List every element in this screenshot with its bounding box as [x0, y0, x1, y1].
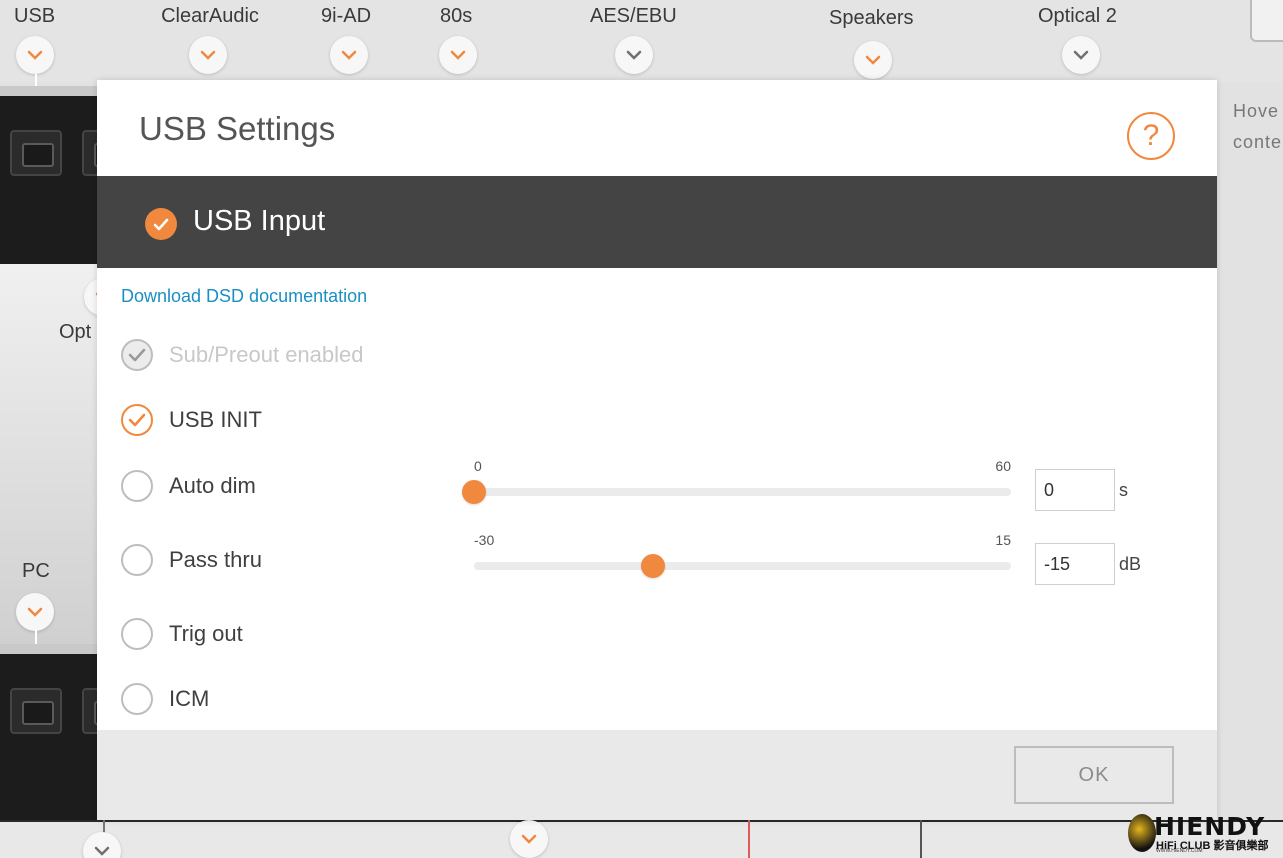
input-tab-label: ClearAudic — [161, 5, 259, 27]
device-icon — [1250, 0, 1283, 42]
input-label-pc: PC — [22, 560, 50, 582]
usb-port-icon — [10, 130, 62, 176]
help-button[interactable]: ? — [1127, 112, 1175, 160]
icm-checkbox[interactable] — [121, 683, 153, 715]
input-tab-aes-ebu[interactable]: AES/EBU — [590, 0, 677, 32]
divider — [748, 820, 750, 858]
divider — [920, 820, 922, 858]
slider-max-label: 60 — [995, 458, 1011, 474]
usb-init-checkbox[interactable] — [121, 404, 153, 436]
slider-min-label: -30 — [474, 532, 495, 548]
dialog-footer: OK — [97, 730, 1217, 820]
usb-settings-dialog: USB Settings ? USB Input Download DSD do… — [97, 80, 1217, 820]
auto-dim-unit: s — [1119, 480, 1128, 500]
check-icon — [153, 218, 169, 230]
slider-thumb[interactable] — [641, 554, 665, 578]
usb-input-toggle[interactable] — [145, 208, 177, 240]
input-label-partial: Opt — [59, 321, 92, 343]
option-label: Sub/Preout enabled — [169, 342, 364, 367]
pass-thru-slider[interactable]: -30 15 — [474, 532, 1011, 582]
input-tab-80s[interactable]: 80s — [440, 0, 472, 32]
device-image-pc — [0, 644, 134, 820]
pass-thru-unit: dB — [1119, 554, 1142, 574]
input-tab-9i-ad[interactable]: 9i-AD — [321, 0, 371, 32]
slider-track[interactable] — [474, 488, 1011, 496]
chevron-down-icon[interactable] — [330, 36, 368, 74]
dialog-title: USB Settings — [139, 110, 336, 147]
slider-min-label: 0 — [474, 458, 482, 474]
chevron-down-icon[interactable] — [854, 41, 892, 79]
input-tab-label: 9i-AD — [321, 5, 372, 27]
usb-port-icon — [10, 688, 62, 734]
option-label: Trig out — [169, 621, 243, 646]
input-tab-optical-2[interactable]: Optical 2 — [1038, 0, 1117, 32]
option-pass-thru[interactable]: Pass thru — [121, 543, 262, 577]
input-tab-label: Optical 2 — [1038, 5, 1117, 27]
hover-hint-line: Hove — [1233, 101, 1280, 121]
slider-thumb[interactable] — [462, 480, 486, 504]
logo-url: WWW.HIENDY.COM — [1156, 848, 1203, 854]
option-label: Pass thru — [169, 547, 262, 572]
input-tab-usb[interactable]: USB — [14, 0, 55, 32]
check-icon — [128, 413, 146, 427]
option-auto-dim[interactable]: Auto dim — [121, 469, 256, 503]
chevron-down-icon[interactable] — [615, 36, 653, 74]
option-label: USB INIT — [169, 407, 262, 432]
slider-max-label: 15 — [995, 532, 1011, 548]
chevron-down-icon[interactable] — [16, 593, 54, 631]
option-trig-out[interactable]: Trig out — [121, 617, 243, 651]
option-label: Auto dim — [169, 473, 256, 498]
option-icm[interactable]: ICM — [121, 682, 209, 716]
input-tab-label: USB — [14, 5, 56, 27]
chevron-down-icon[interactable] — [1062, 36, 1100, 74]
input-tab-label: 80s — [440, 5, 473, 27]
chevron-down-icon[interactable] — [189, 36, 227, 74]
auto-dim-slider[interactable]: 0 60 — [462, 458, 1011, 508]
pass-thru-checkbox[interactable] — [121, 544, 153, 576]
hiendy-logo: HIENDY HiFi CLUB 影音俱樂部 WWW.HIENDY.COM — [1128, 812, 1278, 856]
ok-button[interactable]: OK — [1014, 746, 1174, 804]
auto-dim-value-field[interactable] — [1035, 469, 1115, 511]
slider-track[interactable] — [474, 562, 1011, 570]
check-icon — [128, 348, 146, 362]
sub-preout-checkbox — [121, 339, 153, 371]
option-sub-preout: Sub/Preout enabled — [121, 338, 364, 372]
usb-input-title: USB Input — [193, 205, 326, 237]
option-usb-init[interactable]: USB INIT — [121, 403, 262, 437]
hover-hint-line: conte — [1233, 132, 1283, 152]
bottom-bar — [0, 820, 1283, 858]
option-label: ICM — [169, 686, 210, 711]
chevron-down-icon[interactable] — [510, 820, 548, 858]
logo-disc-icon — [1128, 814, 1156, 852]
pass-thru-value-field[interactable] — [1035, 543, 1115, 585]
usb-input-header: USB Input — [97, 176, 1217, 268]
input-tab-label: AES/EBU — [590, 5, 677, 27]
input-tab-clearaudic[interactable]: ClearAudic — [157, 0, 263, 32]
download-dsd-documentation-link[interactable]: Download DSD documentation — [121, 286, 367, 307]
trig-out-checkbox[interactable] — [121, 618, 153, 650]
input-tab-label: Speakers — [829, 7, 914, 29]
chevron-down-icon[interactable] — [439, 36, 477, 74]
device-image-usb — [0, 86, 134, 264]
chevron-down-icon[interactable] — [16, 36, 54, 74]
auto-dim-checkbox[interactable] — [121, 470, 153, 502]
hover-hint-text: Hove conte — [1233, 96, 1283, 158]
input-tab-speakers[interactable]: Speakers — [829, 2, 914, 34]
